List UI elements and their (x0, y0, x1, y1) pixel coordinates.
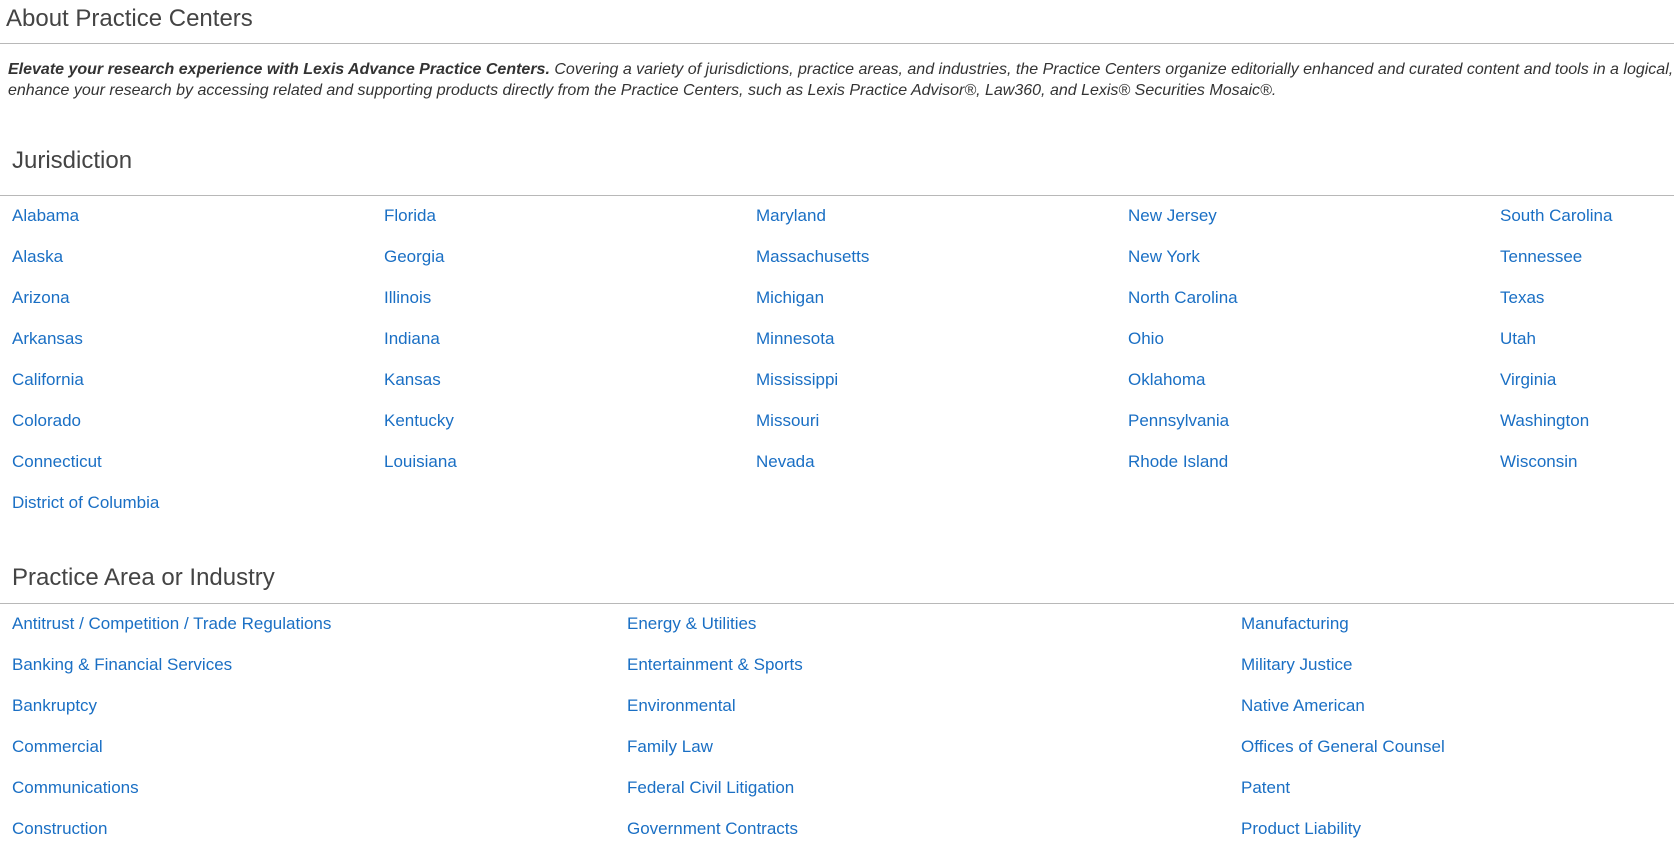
jurisdiction-link-florida[interactable]: Florida (384, 205, 436, 227)
jurisdiction-link-colorado[interactable]: Colorado (12, 410, 81, 432)
jurisdiction-link-michigan[interactable]: Michigan (756, 287, 824, 309)
jurisdiction-link-massachusetts[interactable]: Massachusetts (756, 246, 869, 268)
jurisdiction-link-tennessee[interactable]: Tennessee (1500, 246, 1582, 268)
jurisdiction-link-minnesota[interactable]: Minnesota (756, 328, 834, 350)
intro-line-1-rest: Covering a variety of jurisdictions, pra… (549, 61, 1674, 78)
practice-area-link-antitrust-competition-trade-regulations[interactable]: Antitrust / Competition / Trade Regulati… (12, 613, 331, 635)
jurisdiction-link-illinois[interactable]: Illinois (384, 287, 431, 309)
intro-lead: Elevate your research experience with Le… (8, 61, 550, 78)
jurisdiction-link-kansas[interactable]: Kansas (384, 369, 441, 391)
practice-area-link-family-law[interactable]: Family Law (627, 736, 713, 758)
practice-area-link-offices-of-general-counsel[interactable]: Offices of General Counsel (1241, 736, 1445, 758)
jurisdiction-link-new-york[interactable]: New York (1128, 246, 1200, 268)
practice-area-link-federal-civil-litigation[interactable]: Federal Civil Litigation (627, 777, 794, 799)
practice-area-link-government-contracts[interactable]: Government Contracts (627, 818, 798, 840)
jurisdiction-link-oklahoma[interactable]: Oklahoma (1128, 369, 1205, 391)
intro-line-1: Elevate your research experience with Le… (8, 59, 1674, 80)
jurisdiction-link-texas[interactable]: Texas (1500, 287, 1544, 309)
practice-area-link-communications[interactable]: Communications (12, 777, 139, 799)
jurisdiction-link-alabama[interactable]: Alabama (12, 205, 79, 227)
practice-centers-page: About Practice Centers Elevate your rese… (0, 0, 1674, 855)
page-title: About Practice Centers (6, 5, 253, 32)
jurisdiction-link-arkansas[interactable]: Arkansas (12, 328, 83, 350)
intro-text: Elevate your research experience with Le… (8, 59, 1674, 101)
jurisdiction-link-indiana[interactable]: Indiana (384, 328, 440, 350)
jurisdiction-link-nevada[interactable]: Nevada (756, 451, 815, 473)
practice-area-link-manufacturing[interactable]: Manufacturing (1241, 613, 1349, 635)
jurisdiction-link-missouri[interactable]: Missouri (756, 410, 819, 432)
jurisdiction-link-georgia[interactable]: Georgia (384, 246, 444, 268)
practice-area-link-patent[interactable]: Patent (1241, 777, 1290, 799)
jurisdiction-link-maryland[interactable]: Maryland (756, 205, 826, 227)
jurisdiction-link-connecticut[interactable]: Connecticut (12, 451, 102, 473)
jurisdiction-heading: Jurisdiction (12, 147, 133, 174)
jurisdiction-link-rhode-island[interactable]: Rhode Island (1128, 451, 1228, 473)
jurisdiction-link-pennsylvania[interactable]: Pennsylvania (1128, 410, 1229, 432)
jurisdiction-link-district-of-columbia[interactable]: District of Columbia (12, 492, 159, 514)
jurisdiction-link-alaska[interactable]: Alaska (12, 246, 63, 268)
jurisdiction-link-north-carolina[interactable]: North Carolina (1128, 287, 1238, 309)
jurisdiction-link-utah[interactable]: Utah (1500, 328, 1536, 350)
practice-area-link-military-justice[interactable]: Military Justice (1241, 654, 1352, 676)
practice-area-heading: Practice Area or Industry (12, 564, 275, 591)
jurisdiction-link-kentucky[interactable]: Kentucky (384, 410, 454, 432)
jurisdiction-link-south-carolina[interactable]: South Carolina (1500, 205, 1612, 227)
jurisdiction-link-ohio[interactable]: Ohio (1128, 328, 1164, 350)
practice-area-link-energy-and-utilities[interactable]: Energy & Utilities (627, 613, 756, 635)
practice-area-link-entertainment-and-sports[interactable]: Entertainment & Sports (627, 654, 803, 676)
practice-area-link-construction[interactable]: Construction (12, 818, 107, 840)
practice-area-link-native-american[interactable]: Native American (1241, 695, 1365, 717)
intro-line-2: enhance your research by accessing relat… (8, 82, 1277, 99)
jurisdiction-link-california[interactable]: California (12, 369, 84, 391)
practice-area-link-product-liability[interactable]: Product Liability (1241, 818, 1361, 840)
jurisdiction-link-wisconsin[interactable]: Wisconsin (1500, 451, 1577, 473)
jurisdiction-link-mississippi[interactable]: Mississippi (756, 369, 838, 391)
title-divider (0, 43, 1674, 44)
jurisdiction-divider (0, 195, 1674, 196)
practice-area-link-banking-and-financial-services[interactable]: Banking & Financial Services (12, 654, 232, 676)
practice-area-link-commercial[interactable]: Commercial (12, 736, 103, 758)
practice-area-link-bankruptcy[interactable]: Bankruptcy (12, 695, 97, 717)
practice-area-divider (0, 603, 1674, 604)
jurisdiction-link-new-jersey[interactable]: New Jersey (1128, 205, 1217, 227)
practice-area-link-environmental[interactable]: Environmental (627, 695, 736, 717)
jurisdiction-link-virginia[interactable]: Virginia (1500, 369, 1556, 391)
jurisdiction-link-louisiana[interactable]: Louisiana (384, 451, 457, 473)
jurisdiction-link-arizona[interactable]: Arizona (12, 287, 70, 309)
jurisdiction-link-washington[interactable]: Washington (1500, 410, 1589, 432)
